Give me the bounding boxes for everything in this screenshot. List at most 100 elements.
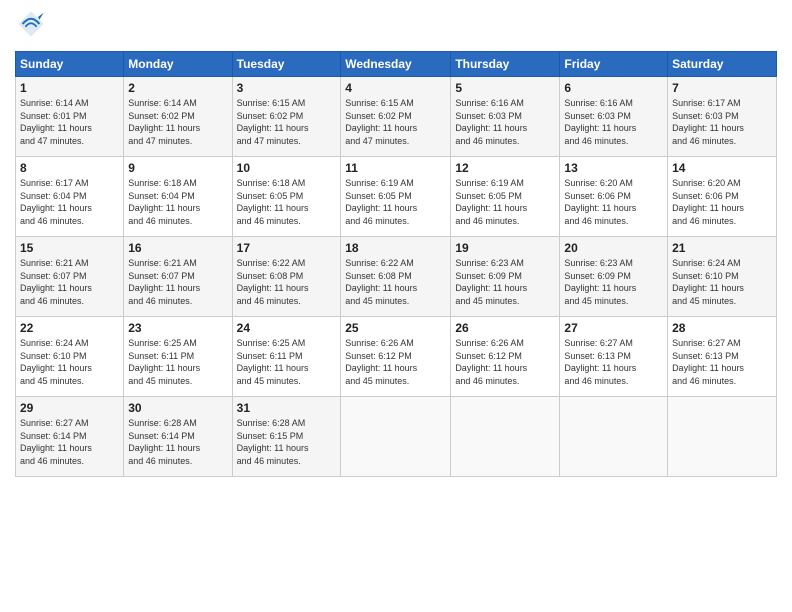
day-cell: 28 Sunrise: 6:27 AM Sunset: 6:13 PM Dayli… [668,317,777,397]
day-number: 8 [20,161,119,175]
day-cell: 9 Sunrise: 6:18 AM Sunset: 6:04 PM Daylig… [124,157,232,237]
week-row-3: 15 Sunrise: 6:21 AM Sunset: 6:07 PM Dayli… [16,237,777,317]
day-cell: 26 Sunrise: 6:26 AM Sunset: 6:12 PM Dayli… [451,317,560,397]
week-row-4: 22 Sunrise: 6:24 AM Sunset: 6:10 PM Dayli… [16,317,777,397]
day-number: 29 [20,401,119,415]
day-number: 25 [345,321,446,335]
day-cell: 19Sunrise: 6:23 AM Sunset: 6:09 PM Dayli… [451,237,560,317]
logo-icon [17,10,45,38]
day-number: 15 [20,241,119,255]
day-cell: 20 Sunrise: 6:23 AM Sunset: 6:09 PM Dayli… [560,237,668,317]
calendar-body: 1 Sunrise: 6:14 AM Sunset: 6:01 PM Daylig… [16,77,777,477]
day-number: 27 [564,321,663,335]
day-info: Sunrise: 6:25 AM Sunset: 6:11 PM Dayligh… [128,337,227,387]
column-header-thursday: Thursday [451,52,560,77]
day-info: Sunrise: 6:27 AM Sunset: 6:13 PM Dayligh… [672,337,772,387]
day-info: Sunrise: 6:25 AM Sunset: 6:11 PM Dayligh… [237,337,337,387]
day-number: 24 [237,321,337,335]
day-cell: 31 Sunrise: 6:28 AM Sunset: 6:15 PM Dayli… [232,397,341,477]
day-info: Sunrise: 6:26 AM Sunset: 6:12 PM Dayligh… [345,337,446,387]
day-number: 12 [455,161,555,175]
day-cell: 13 Sunrise: 6:20 AM Sunset: 6:06 PM Dayli… [560,157,668,237]
day-number: 17 [237,241,337,255]
day-number: 5 [455,81,555,95]
day-info: Sunrise: 6:27 AM Sunset: 6:14 PM Dayligh… [20,417,119,467]
day-info: Sunrise: 6:24 AM Sunset: 6:10 PM Dayligh… [20,337,119,387]
day-number: 7 [672,81,772,95]
day-cell: 24 Sunrise: 6:25 AM Sunset: 6:11 PM Dayli… [232,317,341,397]
day-cell: 21Sunrise: 6:24 AM Sunset: 6:10 PM Dayli… [668,237,777,317]
day-number: 21 [672,241,772,255]
day-cell: 27Sunrise: 6:27 AM Sunset: 6:13 PM Dayli… [560,317,668,397]
day-number: 2 [128,81,227,95]
day-number: 31 [237,401,337,415]
header [15,10,777,43]
day-cell: 29 Sunrise: 6:27 AM Sunset: 6:14 PM Dayli… [16,397,124,477]
day-cell: 22 Sunrise: 6:24 AM Sunset: 6:10 PM Dayli… [16,317,124,397]
day-number: 11 [345,161,446,175]
day-cell: 18 Sunrise: 6:22 AM Sunset: 6:08 PM Dayli… [341,237,451,317]
day-cell [451,397,560,477]
day-cell: 3 Sunrise: 6:15 AM Sunset: 6:02 PM Daylig… [232,77,341,157]
day-cell: 8 Sunrise: 6:17 AM Sunset: 6:04 PM Daylig… [16,157,124,237]
day-number: 9 [128,161,227,175]
day-info: Sunrise: 6:22 AM Sunset: 6:08 PM Dayligh… [237,257,337,307]
day-cell: 10 Sunrise: 6:18 AM Sunset: 6:05 PM Dayli… [232,157,341,237]
day-info: Sunrise: 6:18 AM Sunset: 6:04 PM Dayligh… [128,177,227,227]
day-number: 22 [20,321,119,335]
week-row-1: 1 Sunrise: 6:14 AM Sunset: 6:01 PM Daylig… [16,77,777,157]
day-number: 20 [564,241,663,255]
day-info: Sunrise: 6:15 AM Sunset: 6:02 PM Dayligh… [237,97,337,147]
day-info: Sunrise: 6:23 AM Sunset: 6:09 PM Dayligh… [564,257,663,307]
day-number: 1 [20,81,119,95]
day-cell: 7Sunrise: 6:17 AM Sunset: 6:03 PM Daylig… [668,77,777,157]
day-info: Sunrise: 6:19 AM Sunset: 6:05 PM Dayligh… [345,177,446,227]
day-cell [668,397,777,477]
day-info: Sunrise: 6:28 AM Sunset: 6:14 PM Dayligh… [128,417,227,467]
day-cell: 4 Sunrise: 6:15 AM Sunset: 6:02 PM Daylig… [341,77,451,157]
day-cell [560,397,668,477]
week-row-5: 29 Sunrise: 6:27 AM Sunset: 6:14 PM Dayli… [16,397,777,477]
calendar-header: SundayMondayTuesdayWednesdayThursdayFrid… [16,52,777,77]
day-cell: 25 Sunrise: 6:26 AM Sunset: 6:12 PM Dayli… [341,317,451,397]
day-info: Sunrise: 6:17 AM Sunset: 6:04 PM Dayligh… [20,177,119,227]
day-info: Sunrise: 6:20 AM Sunset: 6:06 PM Dayligh… [672,177,772,227]
column-header-tuesday: Tuesday [232,52,341,77]
week-row-2: 8 Sunrise: 6:17 AM Sunset: 6:04 PM Daylig… [16,157,777,237]
day-info: Sunrise: 6:22 AM Sunset: 6:08 PM Dayligh… [345,257,446,307]
logo [15,10,45,43]
day-cell: 11 Sunrise: 6:19 AM Sunset: 6:05 PM Dayli… [341,157,451,237]
day-cell: 16Sunrise: 6:21 AM Sunset: 6:07 PM Dayli… [124,237,232,317]
day-number: 6 [564,81,663,95]
day-number: 18 [345,241,446,255]
day-cell: 14 Sunrise: 6:20 AM Sunset: 6:06 PM Dayli… [668,157,777,237]
day-info: Sunrise: 6:14 AM Sunset: 6:01 PM Dayligh… [20,97,119,147]
day-info: Sunrise: 6:28 AM Sunset: 6:15 PM Dayligh… [237,417,337,467]
day-info: Sunrise: 6:21 AM Sunset: 6:07 PM Dayligh… [128,257,227,307]
day-number: 26 [455,321,555,335]
day-info: Sunrise: 6:19 AM Sunset: 6:05 PM Dayligh… [455,177,555,227]
day-info: Sunrise: 6:20 AM Sunset: 6:06 PM Dayligh… [564,177,663,227]
day-info: Sunrise: 6:18 AM Sunset: 6:05 PM Dayligh… [237,177,337,227]
day-number: 10 [237,161,337,175]
day-number: 3 [237,81,337,95]
day-info: Sunrise: 6:21 AM Sunset: 6:07 PM Dayligh… [20,257,119,307]
day-number: 14 [672,161,772,175]
column-header-wednesday: Wednesday [341,52,451,77]
day-cell: 17 Sunrise: 6:22 AM Sunset: 6:08 PM Dayli… [232,237,341,317]
day-number: 4 [345,81,446,95]
day-cell: 1 Sunrise: 6:14 AM Sunset: 6:01 PM Daylig… [16,77,124,157]
day-cell: 23Sunrise: 6:25 AM Sunset: 6:11 PM Dayli… [124,317,232,397]
column-header-saturday: Saturday [668,52,777,77]
day-info: Sunrise: 6:16 AM Sunset: 6:03 PM Dayligh… [564,97,663,147]
day-info: Sunrise: 6:26 AM Sunset: 6:12 PM Dayligh… [455,337,555,387]
day-number: 13 [564,161,663,175]
day-cell: 15 Sunrise: 6:21 AM Sunset: 6:07 PM Dayli… [16,237,124,317]
day-info: Sunrise: 6:15 AM Sunset: 6:02 PM Dayligh… [345,97,446,147]
day-cell: 2Sunrise: 6:14 AM Sunset: 6:02 PM Daylig… [124,77,232,157]
page: SundayMondayTuesdayWednesdayThursdayFrid… [0,0,792,612]
day-number: 28 [672,321,772,335]
day-cell: 6 Sunrise: 6:16 AM Sunset: 6:03 PM Daylig… [560,77,668,157]
day-cell: 12 Sunrise: 6:19 AM Sunset: 6:05 PM Dayli… [451,157,560,237]
column-header-sunday: Sunday [16,52,124,77]
